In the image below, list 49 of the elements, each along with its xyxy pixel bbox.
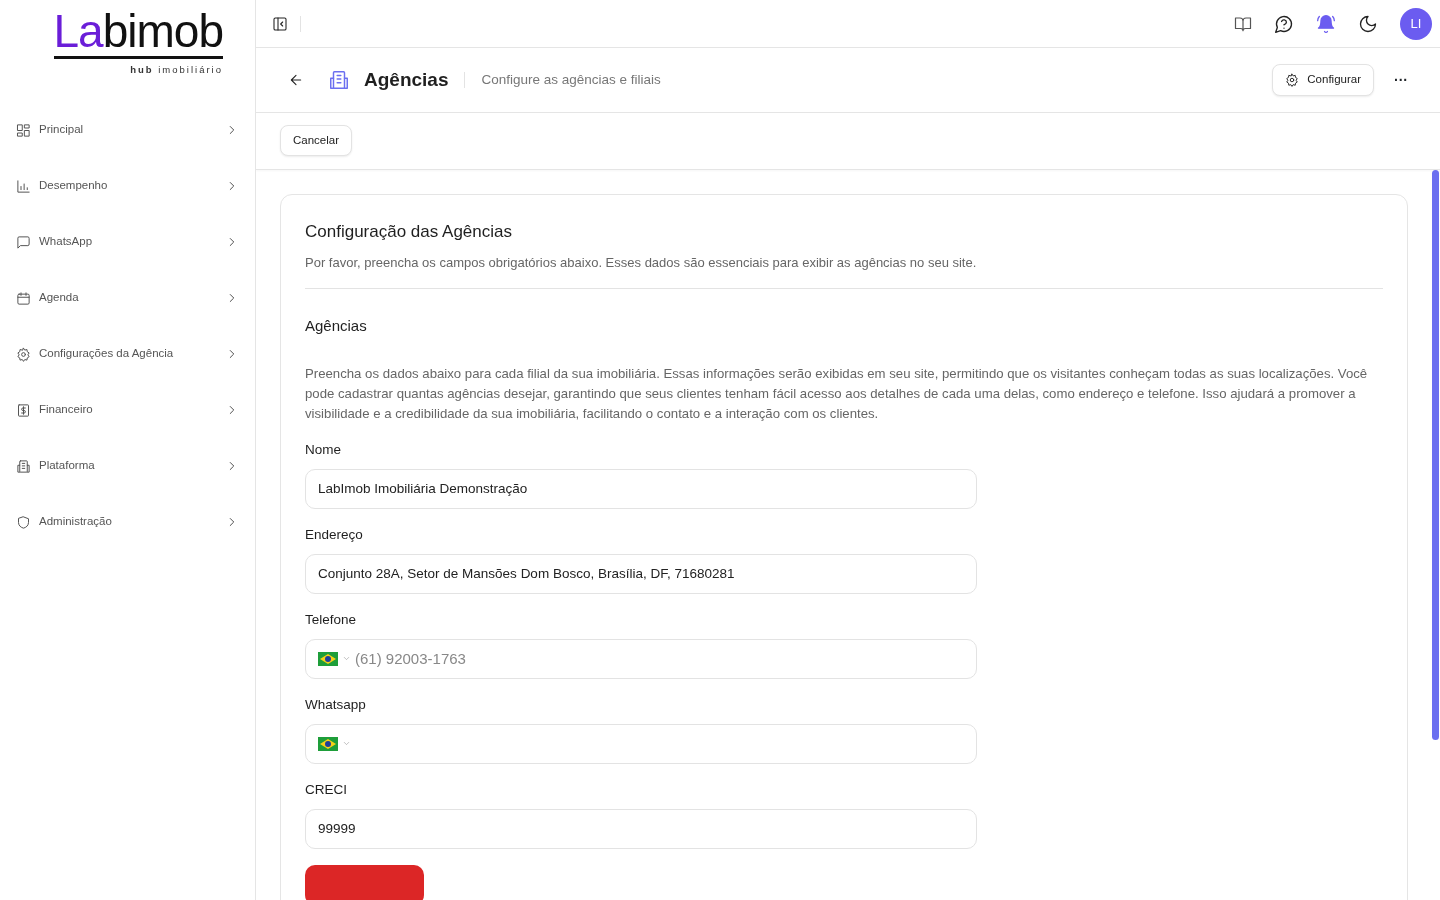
help-icon (1274, 13, 1294, 34)
book-icon (1234, 14, 1252, 33)
page-subtitle: Configure as agências e filiais (481, 70, 661, 89)
chevron-down-icon (342, 654, 351, 663)
text-field[interactable]: LabImob Imobiliária Demonstração (305, 468, 977, 509)
moon-icon (1358, 13, 1378, 34)
field-label: Nome (305, 441, 342, 458)
field-label: Whatsapp (305, 696, 367, 713)
bell-icon (1316, 13, 1336, 34)
phone-field[interactable] (305, 723, 977, 764)
cancel-button[interactable]: Cancelar (280, 125, 353, 157)
text-field[interactable]: Conjunto 28A, Setor de Mansões Dom Bosco, Brasília, DF, 71680281 (305, 553, 977, 594)
sidebar-item[interactable]: Principal (0, 102, 255, 158)
field-label: CRECI (305, 781, 348, 798)
sidebar-item[interactable]: Configurações da Agência (0, 326, 255, 382)
gear-icon (1285, 73, 1300, 87)
sidebar-item[interactable]: Financeiro (0, 382, 255, 438)
card-title: Configuração das Agências (305, 221, 513, 243)
shield-icon (16, 514, 31, 530)
section-title: Agências (305, 316, 368, 336)
page-title: Agências (364, 67, 449, 92)
sidebar-item[interactable]: WhatsApp (0, 214, 255, 270)
dollar-icon (16, 402, 31, 418)
scrollbar[interactable] (1432, 170, 1439, 740)
building-icon (16, 458, 31, 474)
user-avatar[interactable]: LI (1400, 7, 1432, 40)
chart-icon (16, 178, 31, 194)
sidebar-item[interactable]: Desempenho (0, 158, 255, 214)
grid-icon (16, 122, 31, 138)
sidebar-item[interactable]: Plataforma (0, 438, 255, 494)
field-label: Telefone (305, 611, 358, 628)
section-text: Preencha os dados abaixo para cada filial da sua imobiliária. Essas informações serão exibidas em seu site, permitindo que os visitantes conheçam todas as suas localizações. Você pode cadastrar quantas agências desejar, garantindo que seus clientes tenham fácil acesso aos detalhes de cada uma delas, como endereço e telefone. Isso ajudará a promover a visibilidade e a credibilidade da sua imobiliária, facilitando o contato e a interação com os clientes. (305, 364, 1369, 423)
building-icon (328, 69, 350, 91)
phone-field[interactable]: (61) 92003-1763 (305, 638, 977, 679)
configure-button[interactable]: Configurar (1272, 64, 1374, 96)
chevron-down-icon (342, 739, 351, 748)
field-label: Endereço (305, 526, 364, 543)
delete-button[interactable] (305, 864, 424, 900)
back-arrow-icon (288, 72, 304, 88)
calendar-icon (16, 290, 31, 306)
logo-tagline: hub imobiliário (130, 63, 223, 77)
gear-icon (16, 346, 31, 362)
chat-icon (16, 234, 31, 250)
sidebar-item[interactable]: Administração (0, 494, 255, 550)
text-field[interactable]: 99999 (305, 808, 977, 849)
more-button[interactable]: ··· (1394, 69, 1408, 91)
card-description: Por favor, preencha os campos obrigatórios abaixo. Esses dados são essenciais para exibir as agências no seu site. (305, 252, 1383, 289)
sidebar-item[interactable]: Agenda (0, 270, 255, 326)
logo-text: Labimob (53, 8, 223, 59)
